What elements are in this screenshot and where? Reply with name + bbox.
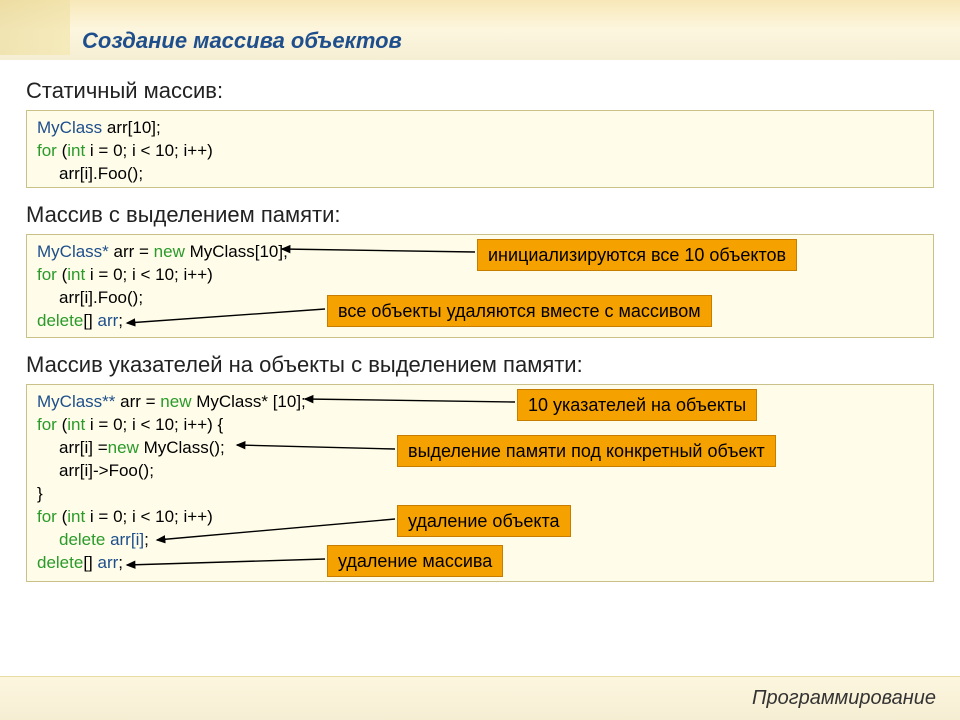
token: []: [83, 553, 97, 572]
token: arr[i].Foo();: [37, 287, 143, 310]
token-keyword: delete: [37, 311, 83, 330]
token: arr[10];: [102, 118, 161, 137]
token-type: MyClass**: [37, 392, 115, 411]
callout-del-obj: удаление объекта: [397, 505, 571, 537]
token-keyword: delete: [59, 530, 105, 549]
token-keyword: int: [67, 141, 85, 160]
callout-del-arr: удаление массива: [327, 545, 503, 577]
callout-init-all: инициализируются все 10 объектов: [477, 239, 797, 271]
footer-band: Программирование: [0, 676, 960, 720]
code-box-static: MyClass arr[10]; for (int i = 0; i < 10;…: [26, 110, 934, 188]
token-keyword: int: [67, 507, 85, 526]
token-keyword: for: [37, 265, 57, 284]
token: (: [57, 507, 67, 526]
token-keyword: int: [67, 265, 85, 284]
slide-title: Создание массива объектов: [82, 28, 402, 54]
code-line: MyClass arr[10];: [37, 117, 923, 140]
section1-label: Статичный массив:: [26, 78, 934, 104]
token: (: [57, 265, 67, 284]
token: ;: [144, 530, 149, 549]
token: (: [57, 415, 67, 434]
section3-label: Массив указателей на объекты с выделение…: [26, 352, 934, 378]
slide-content: Статичный массив: MyClass arr[10]; for (…: [0, 60, 960, 582]
token: ;: [118, 311, 123, 330]
token: i = 0; i < 10; i++): [85, 507, 213, 526]
token: []: [83, 311, 97, 330]
token: MyClass();: [139, 438, 225, 457]
token-keyword: for: [37, 415, 57, 434]
token: MyClass* [10];: [191, 392, 305, 411]
token: i = 0; i < 10; i++) {: [85, 415, 223, 434]
token-keyword: new: [160, 392, 191, 411]
token-keyword: new: [108, 438, 139, 457]
token-var: arr: [98, 311, 119, 330]
callout-ptr-count: 10 указателей на объекты: [517, 389, 757, 421]
token: arr[i]->Foo();: [37, 460, 154, 483]
token: arr[i] =: [37, 437, 108, 460]
token: }: [37, 484, 43, 503]
code-line: for (int i = 0; i < 10; i++): [37, 140, 923, 163]
header-band: Создание массива объектов: [0, 0, 960, 60]
token: arr =: [109, 242, 154, 261]
token-type: MyClass: [37, 118, 102, 137]
token-type: MyClass*: [37, 242, 109, 261]
code-line: MyClass** arr = new MyClass* [10];: [37, 391, 923, 414]
token-keyword: for: [37, 507, 57, 526]
token-var: arr: [98, 553, 119, 572]
token: (: [57, 141, 67, 160]
section2-label: Массив с выделением памяти:: [26, 202, 934, 228]
callout-delete-all: все объекты удаляются вместе с массивом: [327, 295, 712, 327]
callout-alloc-each: выделение памяти под конкретный объект: [397, 435, 776, 467]
token-keyword: new: [154, 242, 185, 261]
header-decoration: [0, 0, 70, 55]
token-var: arr[i]: [110, 530, 144, 549]
token: i = 0; i < 10; i++): [85, 265, 213, 284]
code-line: for (int i = 0; i < 10; i++) {: [37, 414, 923, 437]
token: MyClass[10];: [185, 242, 288, 261]
code-line: arr[i].Foo();: [37, 163, 923, 186]
token: arr[i].Foo();: [37, 163, 143, 186]
code-line: }: [37, 483, 923, 506]
token: arr =: [115, 392, 160, 411]
token: i = 0; i < 10; i++): [85, 141, 213, 160]
token-keyword: int: [67, 415, 85, 434]
code-box-ptr: MyClass** arr = new MyClass* [10]; for (…: [26, 384, 934, 582]
token-keyword: for: [37, 141, 57, 160]
code-box-alloc: MyClass* arr = new MyClass[10]; for (int…: [26, 234, 934, 338]
token: ;: [118, 553, 123, 572]
footer-text: Программирование: [752, 687, 936, 710]
token-keyword: delete: [37, 553, 83, 572]
